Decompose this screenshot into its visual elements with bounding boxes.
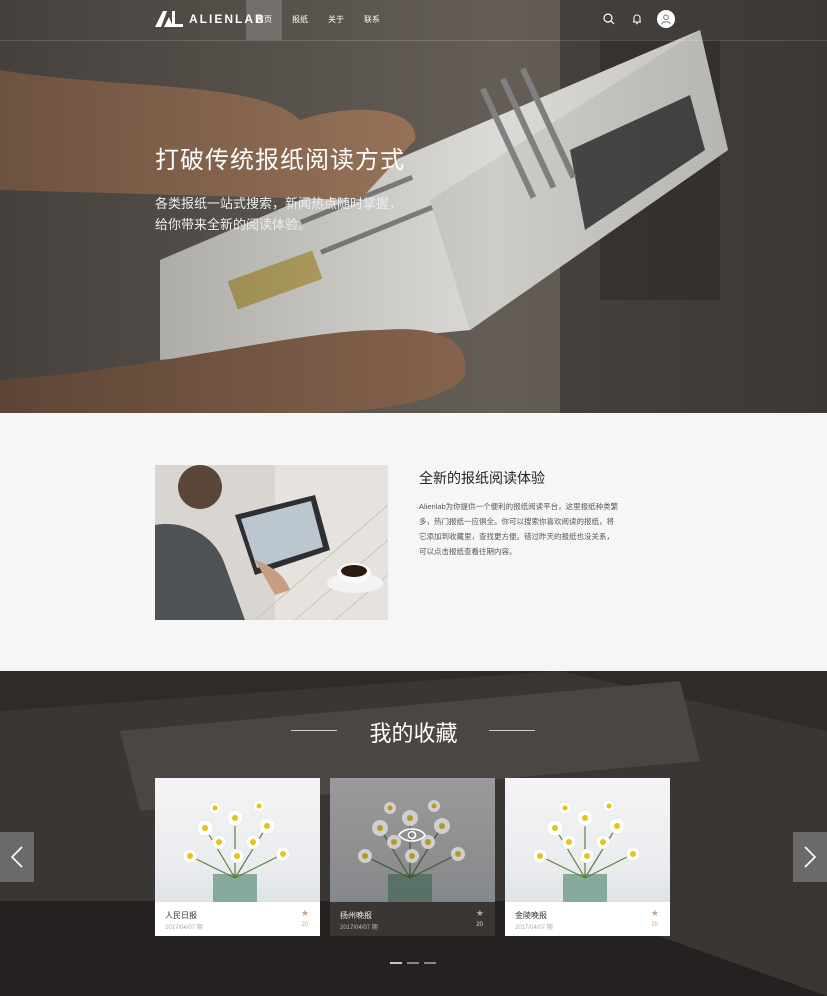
favorite-card[interactable]: 金陵晚报 2017/04/07 期 ★ 20 [505,778,670,936]
pagination-dot[interactable] [390,962,402,964]
favorites-section: 我的收藏 人民日报 2017/04/07 期 ★ 20 扬州晚报 2017/04… [0,671,827,996]
card-favorite-count: 20 [651,922,658,928]
hero-title: 打破传统报纸阅读方式 [155,147,405,174]
hero-banner: ALIENLAB 首页 报纸 关于 联系 打破传统报纸阅读方式 各类报纸一站式搜… [0,0,827,413]
hero-subtitle-line-1: 各类报纸一站式搜索，新闻热点随时掌握， [155,196,403,211]
main-nav: 首页 报纸 关于 联系 [246,0,390,40]
flower-vase-image [505,778,670,902]
navbar-actions [601,10,675,28]
card-title: 金陵晚报 [515,911,547,920]
carousel-next-button[interactable] [793,832,827,882]
favorites-heading: 我的收藏 [0,716,827,748]
user-avatar-icon[interactable] [657,10,675,28]
intro-description: Alienlab为你提供一个便利的报纸阅读平台，这里报纸种类繁多，热门报纸一应俱… [419,502,619,556]
search-icon[interactable] [601,11,617,27]
card-title: 人民日报 [165,911,197,920]
card-title: 扬州晚报 [340,911,372,920]
nav-item-home[interactable]: 首页 [246,0,282,40]
flower-vase-image [330,778,495,902]
star-icon[interactable]: ★ [651,908,659,919]
star-icon[interactable]: ★ [476,908,484,919]
star-icon[interactable]: ★ [301,908,309,919]
eye-icon[interactable] [398,826,426,844]
chevron-right-icon [804,846,817,868]
hero-subtitle-line-2: 给你带来全新的阅读体验。 [155,217,312,232]
card-issue-date: 2017/04/07 期 [340,925,378,931]
chevron-left-icon [10,846,23,868]
pagination-dot[interactable] [407,962,419,964]
card-issue-date: 2017/04/07 期 [165,925,203,931]
card-issue-date: 2017/04/07 期 [515,925,553,931]
intro-title: 全新的报纸阅读体验 [419,470,545,486]
hero-subtitle: 各类报纸一站式搜索，新闻热点随时掌握， 给你带来全新的阅读体验。 [155,193,415,235]
carousel-prev-button[interactable] [0,832,34,882]
top-navbar: ALIENLAB 首页 报纸 关于 联系 [0,0,827,41]
tablet-reading-photo [155,465,388,620]
card-favorite-count: 20 [301,922,308,928]
flower-vase-image [155,778,320,902]
favorite-card[interactable]: 扬州晚报 2017/04/07 期 ★ 20 [330,778,495,936]
favorites-carousel: 人民日报 2017/04/07 期 ★ 20 扬州晚报 2017/04/07 期… [155,778,670,936]
nav-item-newspapers[interactable]: 报纸 [282,0,318,40]
bell-icon[interactable] [629,11,645,27]
favorite-card[interactable]: 人民日报 2017/04/07 期 ★ 20 [155,778,320,936]
nav-item-about[interactable]: 关于 [318,0,354,40]
intro-image [155,465,388,620]
card-favorite-count: 20 [476,922,483,928]
carousel-pagination [390,962,436,964]
favorites-title: 我的收藏 [369,721,458,746]
nav-item-contact[interactable]: 联系 [354,0,390,40]
logo-mark-icon [155,11,183,27]
pagination-dot[interactable] [424,962,436,964]
intro-section: 全新的报纸阅读体验 Alienlab为你提供一个便利的报纸阅读平台，这里报纸种类… [0,413,827,671]
